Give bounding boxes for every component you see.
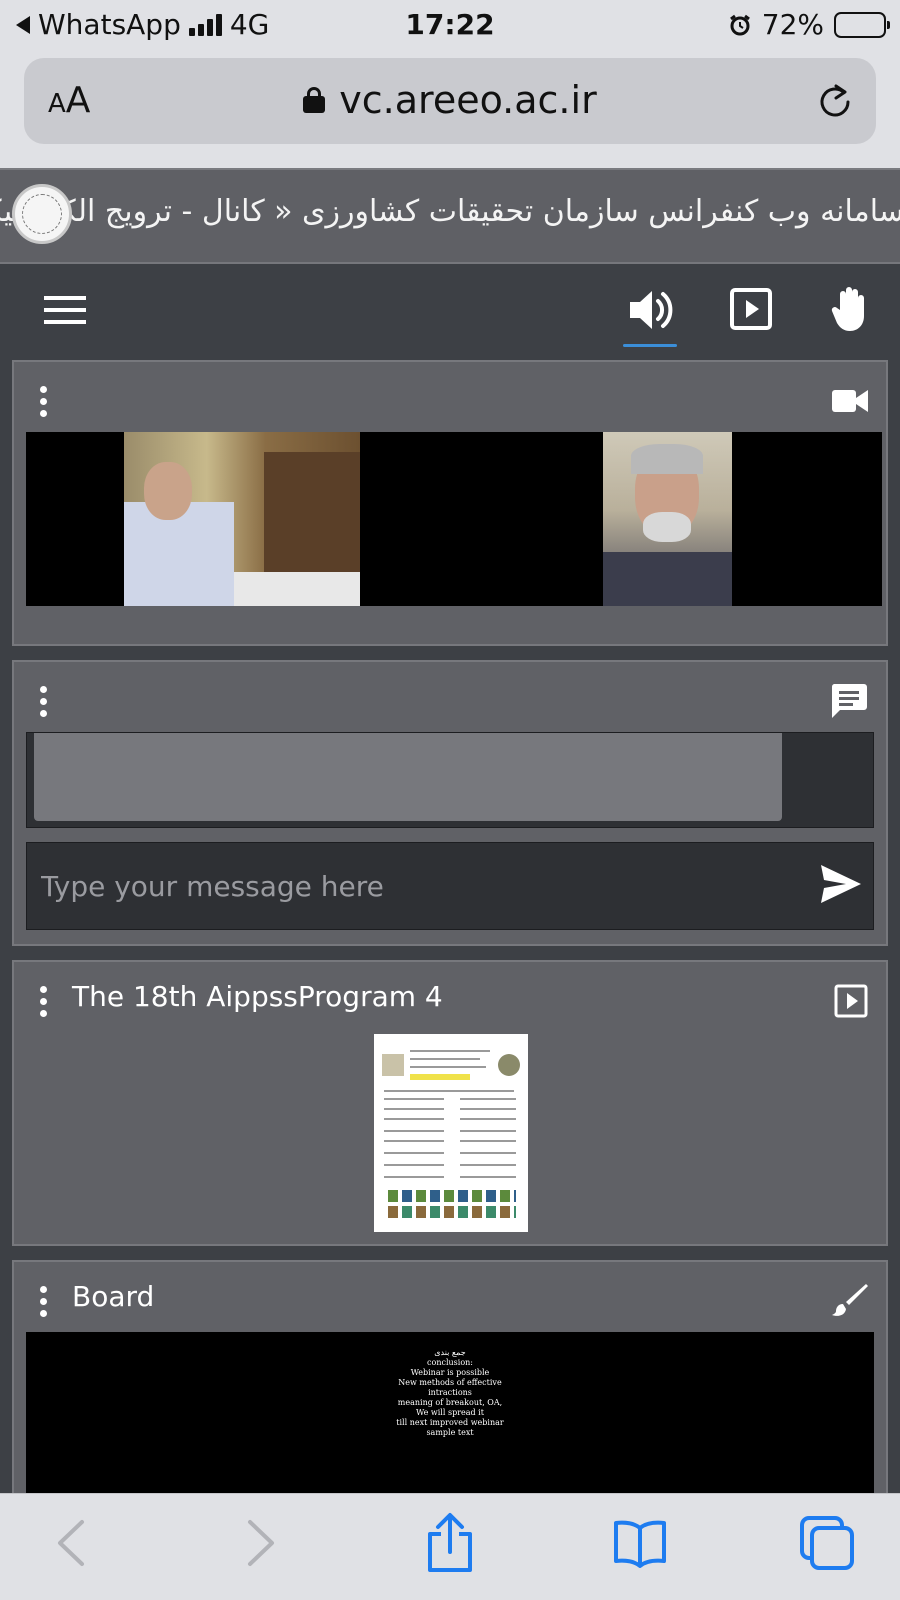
chat-message-input[interactable] xyxy=(27,843,807,929)
status-bar: WhatsApp 4G 17:22 72% xyxy=(0,0,900,52)
battery-icon xyxy=(834,11,890,38)
presentation-play-icon[interactable] xyxy=(834,984,868,1018)
site-title: سامانه وب کنفرانس سازمان تحقیقات کشاورزی… xyxy=(0,194,900,229)
video-camera-icon[interactable] xyxy=(832,388,868,414)
bookmarks-icon[interactable] xyxy=(612,1518,668,1568)
board-panel: Board جمع بندی conclusion: Webinar is po… xyxy=(12,1260,888,1520)
chat-icon[interactable] xyxy=(830,682,868,720)
presentation-title: The 18th AippssProgram 4 xyxy=(72,980,443,1013)
address-bar[interactable]: AA vc.areeo.ac.ir xyxy=(24,58,876,144)
tabs-icon[interactable] xyxy=(798,1514,856,1572)
app-toolbar xyxy=(0,264,900,354)
lock-icon xyxy=(303,87,326,113)
board-line: till next improved webinar xyxy=(396,1418,504,1427)
board-line: New methods of effective xyxy=(398,1378,502,1387)
browser-address-area: AA vc.areeo.ac.ir xyxy=(0,52,900,168)
presentation-panel-menu-icon[interactable] xyxy=(40,986,48,1017)
chat-panel xyxy=(12,660,888,946)
board-title: Board xyxy=(72,1280,155,1313)
site-logo xyxy=(12,184,72,244)
board-line: meaning of breakout, OA, xyxy=(397,1398,503,1407)
chat-message-bubble xyxy=(34,733,782,821)
board-line: sample text xyxy=(426,1428,474,1437)
play-icon[interactable] xyxy=(730,288,772,330)
presentation-slide-thumbnail[interactable] xyxy=(374,1034,528,1232)
forward-icon[interactable] xyxy=(244,1518,278,1568)
chat-messages[interactable] xyxy=(26,732,874,828)
video-panel-menu-icon[interactable] xyxy=(40,386,48,417)
video-strip xyxy=(26,432,882,606)
site-header: سامانه وب کنفرانس سازمان تحقیقات کشاورزی… xyxy=(0,168,900,264)
video-panel xyxy=(12,360,888,646)
board-line: conclusion: xyxy=(427,1358,473,1367)
board-line: Webinar is possible xyxy=(410,1368,490,1377)
presentation-panel: The 18th AippssProgram 4 xyxy=(12,960,888,1246)
url-text[interactable]: vc.areeo.ac.ir xyxy=(339,78,596,122)
video-participant-1[interactable] xyxy=(124,432,360,606)
brush-icon[interactable] xyxy=(832,1282,868,1318)
board-line: جمع بندی xyxy=(434,1348,466,1357)
back-icon[interactable] xyxy=(54,1518,88,1568)
send-icon[interactable] xyxy=(821,865,861,903)
speaker-icon[interactable] xyxy=(628,288,674,332)
reload-icon[interactable] xyxy=(816,80,856,124)
raise-hand-icon[interactable] xyxy=(830,284,872,332)
board-panel-menu-icon[interactable] xyxy=(40,1286,48,1317)
board-line: We will spread it xyxy=(416,1408,484,1417)
share-icon[interactable] xyxy=(424,1512,476,1574)
alarm-icon xyxy=(729,14,750,35)
battery-percent: 72% xyxy=(761,8,824,41)
chat-input-bar xyxy=(26,842,874,930)
browser-bottom-bar xyxy=(0,1493,900,1600)
active-tab-indicator xyxy=(623,344,677,347)
menu-icon[interactable] xyxy=(44,294,86,326)
board-line: intractions xyxy=(428,1388,472,1397)
chat-panel-menu-icon[interactable] xyxy=(40,686,48,717)
whiteboard[interactable]: جمع بندی conclusion: Webinar is possible… xyxy=(26,1332,874,1502)
video-participant-2[interactable] xyxy=(603,432,732,606)
